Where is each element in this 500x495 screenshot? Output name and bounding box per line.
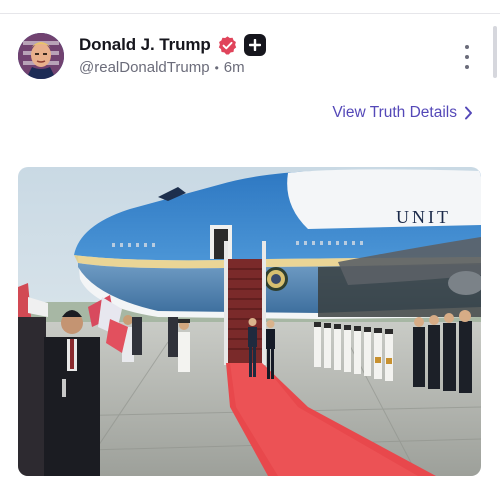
handle-row: @realDonaldTrump • 6m [79, 59, 245, 76]
view-details-label: View Truth Details [332, 104, 457, 121]
author-handle[interactable]: @realDonaldTrump [79, 59, 210, 76]
aircraft-lettering: UNIT [396, 207, 451, 227]
top-divider [0, 13, 500, 14]
post-image[interactable]: UNIT [18, 167, 481, 476]
vertical-ellipsis-icon [465, 45, 469, 49]
scrollbar-thumb[interactable] [493, 26, 497, 78]
chevron-right-icon [465, 106, 472, 120]
plus-badge-icon [243, 34, 266, 56]
post-timestamp[interactable]: 6m [224, 59, 245, 76]
vertical-ellipsis-dot [465, 65, 469, 69]
more-options-button[interactable] [460, 45, 474, 69]
post-photo-airplane-arrival: UNIT [18, 167, 481, 476]
vertical-ellipsis-dot [465, 55, 469, 59]
avatar-image [18, 33, 64, 79]
avatar[interactable] [18, 33, 64, 79]
view-details-link[interactable]: View Truth Details [332, 104, 473, 122]
author-row: Donald J. Trump [79, 34, 266, 56]
verified-badge-icon [218, 35, 236, 55]
separator-dot: • [214, 60, 219, 75]
author-display-name[interactable]: Donald J. Trump [79, 35, 211, 55]
